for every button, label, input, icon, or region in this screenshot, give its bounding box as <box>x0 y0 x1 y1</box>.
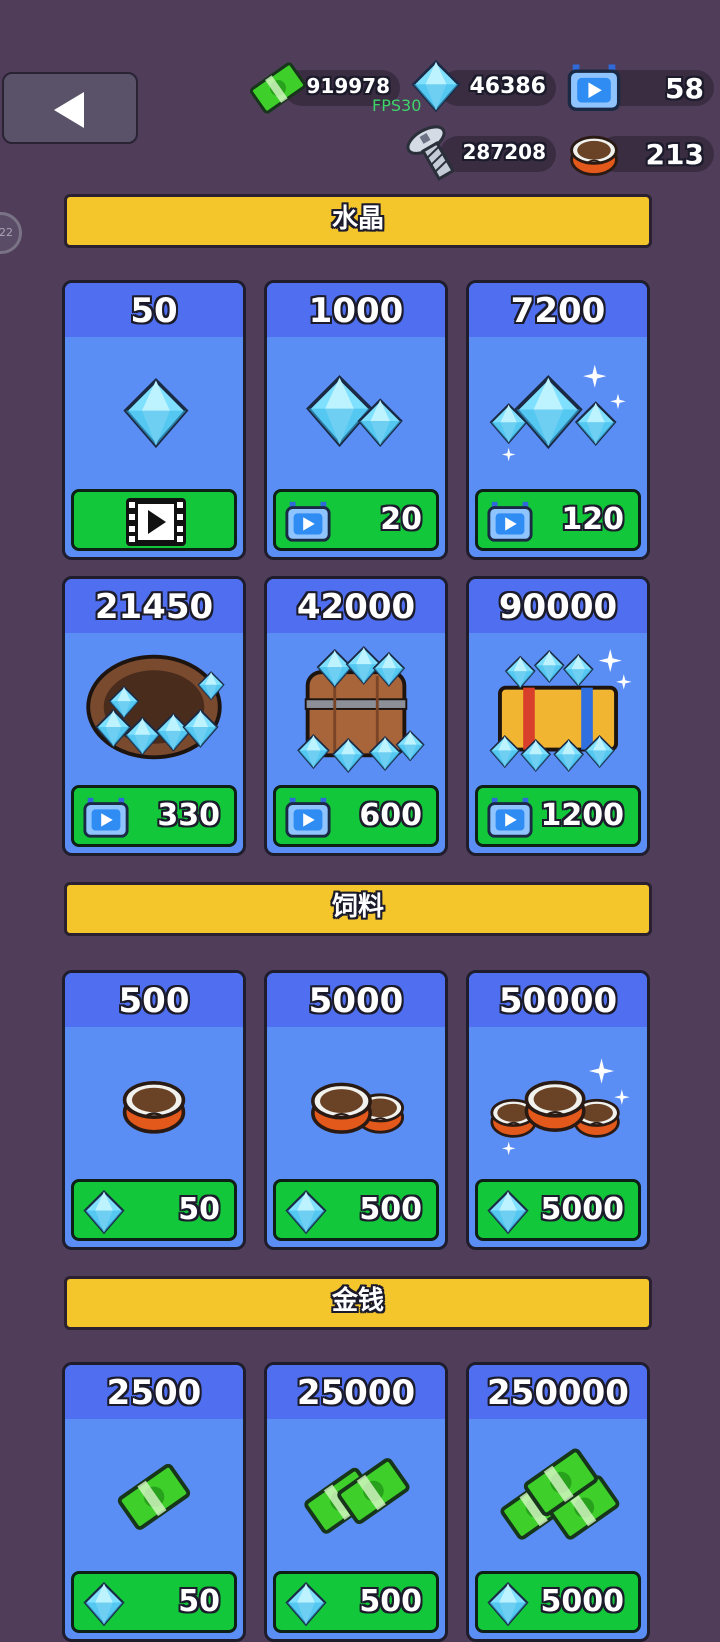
cash-icon <box>248 58 308 118</box>
food-value: 213 <box>645 138 704 171</box>
card-price: 500 <box>359 1584 422 1619</box>
shop-card[interactable]: 50000 5000 <box>466 970 650 1250</box>
food-can-icon <box>122 1080 186 1134</box>
section-header-money: 金钱 <box>64 1276 652 1330</box>
card-amount: 21450 <box>65 579 243 633</box>
card-amount: 42000 <box>267 579 445 633</box>
back-button[interactable] <box>2 72 138 144</box>
crystal-icon <box>284 1188 328 1236</box>
tv-ticket-icon <box>486 794 534 842</box>
card-amount: 5000 <box>267 973 445 1027</box>
card-amount: 2500 <box>65 1365 243 1419</box>
crystal-barrel-icon <box>297 646 425 773</box>
section-header-crystals: 水晶 <box>64 194 652 248</box>
card-amount: 50000 <box>469 973 647 1027</box>
crystal-icon <box>82 1188 126 1236</box>
crystal-pair-icon <box>306 375 403 447</box>
tv-ticket-icon <box>284 794 332 842</box>
card-amount: 50 <box>65 283 243 337</box>
card-amount: 250000 <box>469 1365 647 1419</box>
buy-button[interactable]: 600 <box>273 785 439 847</box>
back-arrow-icon <box>54 92 84 128</box>
buy-button[interactable]: 330 <box>71 785 237 847</box>
card-amount: 25000 <box>267 1365 445 1419</box>
crystal-value: 46386 <box>469 74 546 99</box>
shop-card[interactable]: 250000 5000 <box>466 1362 650 1642</box>
card-price: 330 <box>157 798 220 833</box>
buy-button[interactable]: 50 <box>71 1571 237 1633</box>
section-header-food: 饲料 <box>64 882 652 936</box>
card-amount: 7200 <box>469 283 647 337</box>
shop-card[interactable]: 500 50 <box>62 970 246 1250</box>
crystal-icon <box>284 1580 328 1628</box>
video-ad-icon <box>126 498 186 546</box>
cash-icon <box>116 1462 192 1532</box>
card-amount: 500 <box>65 973 243 1027</box>
card-price: 1200 <box>540 798 625 833</box>
shop-card[interactable]: 21450 330 <box>62 576 246 856</box>
buy-button[interactable]: 5000 <box>475 1179 641 1241</box>
shop-card[interactable]: 90000 1200 <box>466 576 650 856</box>
money-value: 919978 <box>306 74 391 98</box>
shop-card[interactable]: 42000 600 <box>264 576 448 856</box>
side-badge[interactable]: 22 <box>0 212 22 254</box>
fps-counter: FPS30 <box>372 96 422 115</box>
food-cans-icon <box>311 1082 405 1134</box>
tv-ticket-icon <box>566 60 622 116</box>
card-price: 20 <box>380 502 422 537</box>
card-price: 600 <box>359 798 422 833</box>
screw-icon <box>404 124 464 184</box>
tv-ticket-icon <box>82 794 130 842</box>
buy-button[interactable]: 1200 <box>475 785 641 847</box>
food-can-icon <box>566 126 622 182</box>
buy-button[interactable]: 50 <box>71 1179 237 1241</box>
card-price: 500 <box>359 1192 422 1227</box>
shop-card[interactable]: 7200 120 <box>466 280 650 560</box>
buy-button[interactable] <box>71 489 237 551</box>
shop-card[interactable]: 2500 50 <box>62 1362 246 1642</box>
screw-value: 287208 <box>462 140 547 164</box>
shop-card[interactable]: 1000 20 <box>264 280 448 560</box>
card-price: 50 <box>178 1192 220 1227</box>
crystal-bowl-icon <box>86 654 225 760</box>
crystal-pile-icon <box>489 364 626 462</box>
shop-card[interactable]: 5000 500 <box>264 970 448 1250</box>
card-price: 120 <box>561 502 624 537</box>
card-price: 5000 <box>540 1192 625 1227</box>
crystal-icon <box>123 378 188 448</box>
crystal-icon <box>486 1580 530 1628</box>
tv-ticket-icon <box>284 498 332 546</box>
buy-button[interactable]: 120 <box>475 489 641 551</box>
card-price: 5000 <box>540 1584 625 1619</box>
buy-button[interactable]: 500 <box>273 1179 439 1241</box>
crystal-icon <box>82 1580 126 1628</box>
crystal-icon <box>486 1188 530 1236</box>
card-amount: 90000 <box>469 579 647 633</box>
card-amount: 1000 <box>267 283 445 337</box>
buy-button[interactable]: 500 <box>273 1571 439 1633</box>
tv-ticket-icon <box>486 498 534 546</box>
buy-button[interactable]: 5000 <box>475 1571 641 1633</box>
food-cans-pile-icon <box>490 1058 630 1156</box>
shop-card[interactable]: 25000 500 <box>264 1362 448 1642</box>
cash-pile-icon <box>499 1447 621 1542</box>
buy-button[interactable]: 20 <box>273 489 439 551</box>
cash-stack-icon <box>302 1456 412 1536</box>
crystal-chest-icon <box>489 648 632 772</box>
card-price: 50 <box>178 1584 220 1619</box>
shop-card[interactable]: 50 <box>62 280 246 560</box>
ticket-value: 58 <box>665 72 704 105</box>
